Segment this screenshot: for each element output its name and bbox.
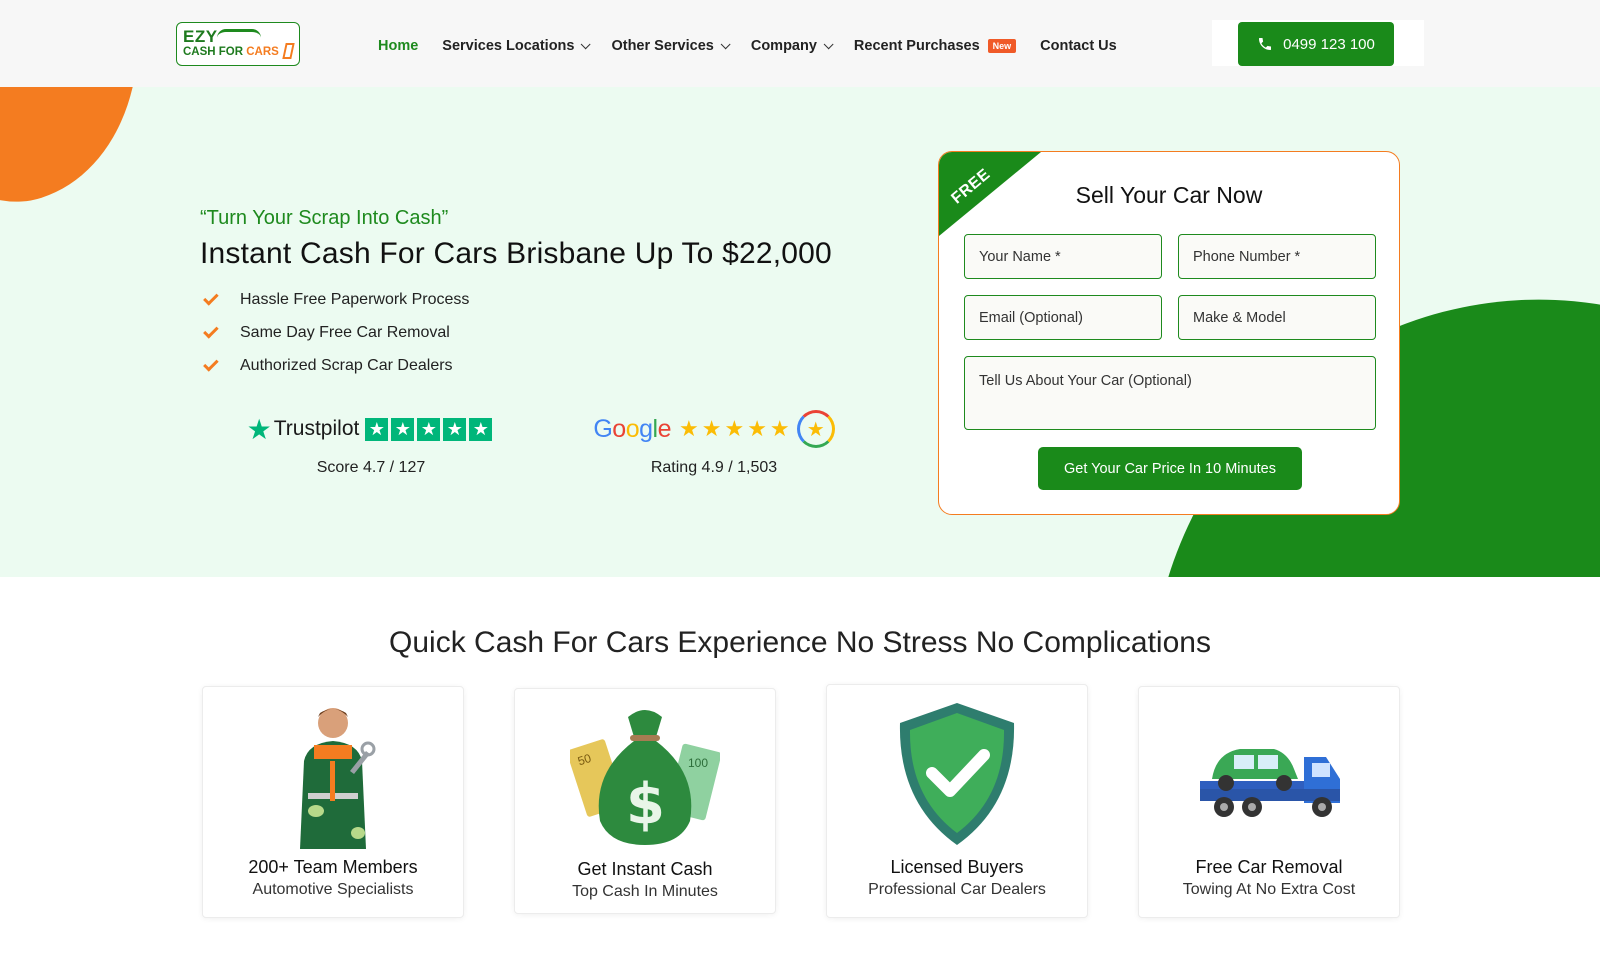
card-title: Free Car Removal	[1195, 857, 1343, 877]
google-rating[interactable]: Google ★ ★ ★ ★ ★ ★ Rating 4.9 / 1,503	[586, 410, 842, 477]
card-subtitle: Professional Car Dealers	[868, 881, 1046, 898]
hero-section: “Turn Your Scrap Into Cash” Instant Cash…	[0, 87, 1600, 577]
card-subtitle: Top Cash In Minutes	[572, 883, 718, 900]
star-icon: ★	[747, 416, 767, 441]
chevron-down-icon	[720, 38, 731, 49]
star-icon: ★	[469, 417, 493, 441]
star-icon: ★	[443, 417, 467, 441]
google-reviews-badge-icon: ★	[796, 410, 835, 448]
card-title: Get Instant Cash	[577, 859, 713, 879]
main-nav: Home Services Locations Other Services C…	[378, 38, 1141, 54]
check-icon	[203, 289, 219, 306]
site-header: EZY CASH FOR CARS Home Services Location…	[0, 0, 1600, 87]
section-title: Quick Cash For Cars Experience No Stress…	[389, 626, 1211, 659]
new-badge: New	[987, 39, 1017, 53]
feature-card-cash: 100 50 $ Get Instant Cash Top Cash In Mi…	[514, 688, 776, 914]
hero-title: Instant Cash For Cars Brisbane Up To $22…	[200, 237, 832, 270]
trustpilot-logo: ★ Trustpilot ★ ★ ★ ★ ★	[246, 411, 496, 447]
nav-other-services[interactable]: Other Services	[611, 38, 731, 54]
star-icon: ★	[769, 416, 790, 441]
get-price-button[interactable]: Get Your Car Price In 10 Minutes	[1038, 447, 1302, 490]
svg-text:$: $	[626, 772, 665, 837]
trustpilot-score: Score 4.7 / 127	[316, 459, 426, 476]
feature-item: Same Day Free Car Removal	[203, 316, 469, 349]
chevron-down-icon	[581, 38, 592, 49]
card-title: Licensed Buyers	[890, 857, 1024, 877]
name-field[interactable]: Your Name *	[964, 234, 1162, 279]
star-icon: ★	[365, 417, 389, 441]
phone-number: 0499 123 100	[1283, 35, 1375, 53]
google-wordmark: Google	[593, 414, 671, 443]
feature-list: Hassle Free Paperwork Process Same Day F…	[203, 283, 469, 382]
feature-card-removal: Free Car Removal Towing At No Extra Cost	[1138, 686, 1400, 918]
star-icon: ★	[678, 416, 699, 441]
card-title: 200+ Team Members	[248, 857, 418, 877]
logo-tag-icon	[282, 43, 295, 59]
star-icon: ★	[391, 417, 415, 441]
card-subtitle: Towing At No Extra Cost	[1182, 881, 1356, 898]
star-icon: ★	[417, 417, 441, 441]
feature-card-licensed: Licensed Buyers Professional Car Dealers	[826, 684, 1088, 918]
logo-car-icon	[217, 29, 261, 38]
feature-item: Authorized Scrap Car Dealers	[203, 349, 469, 382]
card-subtitle: Automotive Specialists	[252, 881, 414, 898]
nav-services-locations[interactable]: Services Locations	[442, 38, 592, 54]
logo-line2: CASH FOR CARS	[183, 46, 279, 58]
google-score: Rating 4.9 / 1,503	[650, 459, 778, 476]
site-logo[interactable]: EZY CASH FOR CARS	[176, 22, 300, 66]
email-field[interactable]: Email (Optional)	[964, 295, 1162, 340]
feature-card-team: 200+ Team Members Automotive Specialists	[202, 686, 464, 918]
star-icon: ★	[701, 416, 722, 441]
check-icon	[203, 355, 219, 372]
trustpilot-star-icon: ★	[246, 413, 272, 445]
car-details-textarea[interactable]: Tell Us About Your Car (Optional)	[964, 356, 1376, 430]
hero-tagline: “Turn Your Scrap Into Cash”	[200, 207, 449, 229]
trustpilot-rating[interactable]: ★ Trustpilot ★ ★ ★ ★ ★ Score 4.7 / 127	[246, 411, 496, 477]
phone-field[interactable]: Phone Number *	[1178, 234, 1376, 279]
google-logo: Google ★ ★ ★ ★ ★ ★	[586, 410, 842, 448]
svg-text:100: 100	[688, 756, 708, 770]
phone-wrapper: 0499 123 100	[1212, 20, 1424, 66]
tow-truck-icon	[1139, 701, 1399, 849]
form-title: Sell Your Car Now	[1075, 182, 1263, 208]
sell-car-form: FREE Sell Your Car Now Your Name * Phone…	[938, 151, 1400, 515]
nav-contact-us[interactable]: Contact Us	[1040, 38, 1117, 54]
shield-check-icon	[827, 699, 1087, 847]
star-icon: ★	[724, 416, 745, 441]
chevron-down-icon	[823, 38, 834, 49]
nav-recent-purchases[interactable]: Recent Purchases New	[854, 38, 1017, 54]
feature-item: Hassle Free Paperwork Process	[203, 283, 469, 316]
phone-icon	[1259, 38, 1272, 50]
call-button[interactable]: 0499 123 100	[1238, 22, 1394, 66]
nav-home[interactable]: Home	[378, 38, 418, 54]
make-model-field[interactable]: Make & Model	[1178, 295, 1376, 340]
logo-line1: EZY	[183, 27, 218, 46]
mechanic-icon	[203, 701, 463, 849]
nav-company[interactable]: Company	[751, 38, 834, 54]
orange-decor-blob	[0, 87, 190, 230]
money-bag-icon: 100 50 $	[515, 703, 775, 851]
check-icon	[203, 322, 219, 339]
